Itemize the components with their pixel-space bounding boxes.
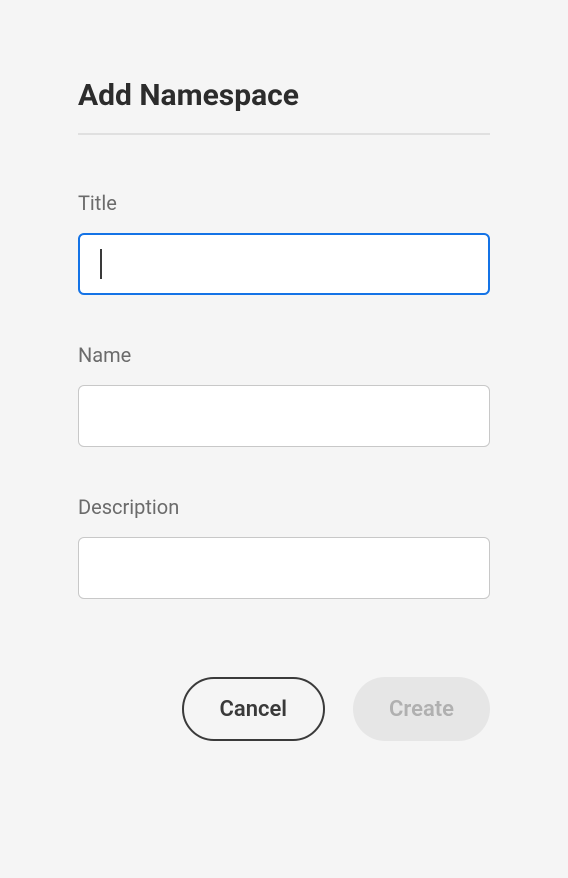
description-label: Description <box>78 495 490 519</box>
button-row: Cancel Create <box>78 677 490 741</box>
form-group-name: Name <box>78 343 490 447</box>
dialog-title: Add Namespace <box>78 78 490 113</box>
description-input[interactable] <box>78 537 490 599</box>
cancel-button[interactable]: Cancel <box>182 677 326 741</box>
form-group-title: Title <box>78 191 490 295</box>
divider <box>78 133 490 135</box>
name-input[interactable] <box>78 385 490 447</box>
title-input[interactable] <box>78 233 490 295</box>
name-label: Name <box>78 343 490 367</box>
title-label: Title <box>78 191 490 215</box>
create-button[interactable]: Create <box>353 677 490 741</box>
form-group-description: Description <box>78 495 490 599</box>
